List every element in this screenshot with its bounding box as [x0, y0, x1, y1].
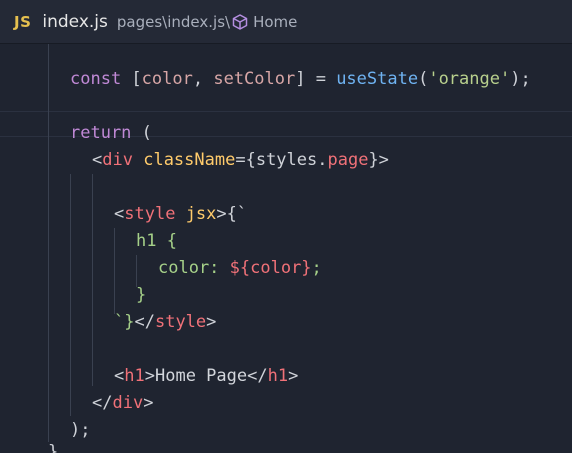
code-line: `}</style>: [114, 312, 217, 332]
indent-guide: [92, 174, 93, 386]
indent-guide: [70, 174, 71, 416]
code-line: </div>: [92, 393, 154, 413]
indent-guide: [48, 44, 49, 442]
javascript-file-icon: JS: [14, 12, 32, 31]
code-line: <div className={styles.page}>: [92, 150, 389, 170]
code-line: h1 {: [136, 231, 177, 251]
indent-guide: [114, 228, 115, 314]
code-line: const [color, setColor] = useState('oran…: [70, 69, 531, 89]
code-line: }: [136, 285, 147, 305]
code-line: color: ${color};: [158, 258, 322, 278]
editor-tab-bar: JS index.js pages\index.js\ Home: [0, 0, 572, 44]
code-line: return (: [70, 123, 152, 143]
breadcrumb-symbol[interactable]: Home: [253, 13, 297, 31]
code-editor[interactable]: const [color, setColor] = useState('oran…: [0, 44, 572, 453]
code-line: <h1>Home Page</h1>: [114, 366, 299, 386]
tab-file-name[interactable]: index.js: [42, 12, 108, 32]
code-line: <style jsx>{`: [114, 204, 248, 224]
code-line: }: [48, 442, 59, 453]
breadcrumb-path[interactable]: pages\index.js\: [117, 13, 230, 31]
code-line: );: [70, 420, 91, 440]
cube-icon: [232, 13, 248, 30]
